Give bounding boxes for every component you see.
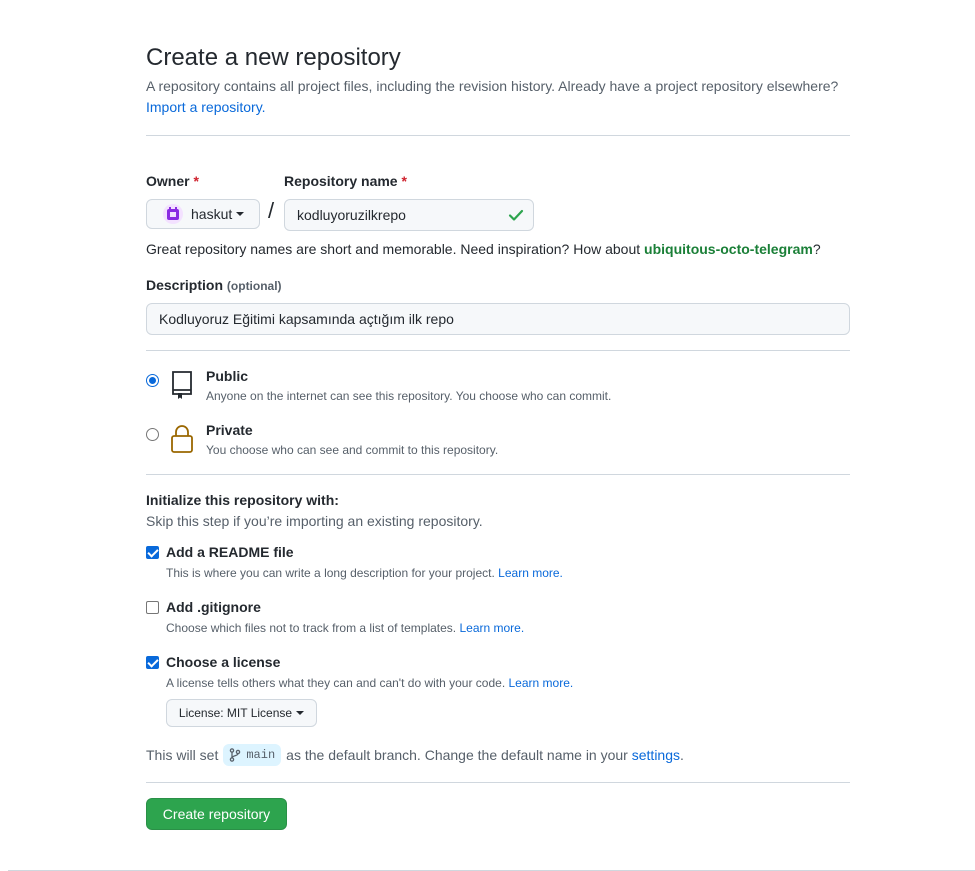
description-optional-note: (optional) (226, 279, 282, 293)
public-note: Anyone on the internet can see this repo… (206, 389, 612, 403)
readme-learn-more-link[interactable]: Learn more. (498, 566, 563, 580)
settings-link[interactable]: settings (632, 747, 680, 763)
divider (146, 350, 850, 351)
branch-middle-text: as the default branch. Change the defaul… (286, 747, 628, 763)
git-branch-icon (230, 748, 241, 762)
repo-name-hint-suffix: ? (812, 241, 821, 257)
create-repository-button[interactable]: Create repository (146, 798, 287, 830)
license-select-label: License: MIT License (178, 706, 293, 720)
owner-label-text: Owner (146, 173, 190, 189)
initialize-subtitle: Skip this step if you’re importing an ex… (146, 513, 483, 529)
owner-required-mark: * (193, 173, 199, 189)
avatar (163, 204, 183, 224)
description-input[interactable] (146, 303, 850, 335)
owner-label: Owner * (146, 173, 199, 189)
readme-note-text: This is where you can write a long descr… (166, 566, 495, 580)
divider (146, 782, 850, 783)
default-branch-note: This will set main as the default branch… (146, 744, 684, 766)
page-description: A repository contains all project files,… (146, 76, 850, 118)
divider (146, 135, 850, 136)
license-title: Choose a license (166, 654, 281, 670)
private-title: Private (206, 422, 253, 438)
check-icon (508, 209, 524, 221)
repo-name-hint: Great repository names are short and mem… (146, 241, 821, 257)
initialize-title: Initialize this repository with: (146, 492, 339, 508)
branch-name: main (246, 748, 276, 762)
private-radio[interactable] (146, 428, 159, 441)
name-suggestion-link[interactable]: ubiquitous-octo-telegram (644, 241, 813, 257)
owner-name: haskut (191, 206, 233, 222)
lock-icon (171, 425, 193, 453)
repo-name-label: Repository name * (284, 173, 407, 189)
repo-name-required-mark: * (401, 173, 407, 189)
branch-name-chip: main (223, 744, 282, 766)
license-select-button[interactable]: License: MIT License (166, 699, 317, 727)
chevron-down-icon (296, 711, 305, 715)
readme-checkbox[interactable] (146, 546, 159, 559)
owner-select-button[interactable]: haskut (146, 199, 260, 229)
branch-suffix: . (680, 747, 684, 763)
license-note: A license tells others what they can and… (166, 676, 573, 690)
readme-note: This is where you can write a long descr… (166, 566, 563, 580)
divider (146, 474, 850, 475)
owner-avatar-icon (167, 207, 179, 220)
repo-name-label-text: Repository name (284, 173, 398, 189)
page-description-text: A repository contains all project files,… (146, 78, 839, 94)
chevron-down-icon (236, 212, 245, 216)
description-label-text: Description (146, 277, 224, 293)
branch-prefix: This will set (146, 747, 219, 763)
license-checkbox[interactable] (146, 656, 159, 669)
description-label: Description (optional) (146, 277, 282, 293)
gitignore-checkbox[interactable] (146, 601, 159, 614)
page-title: Create a new repository (146, 44, 401, 71)
import-repository-link[interactable]: Import a repository. (146, 99, 266, 115)
gitignore-title: Add .gitignore (166, 599, 261, 615)
license-note-text: A license tells others what they can and… (166, 676, 506, 690)
owner-repo-separator: / (268, 198, 275, 223)
gitignore-note: Choose which files not to track from a l… (166, 621, 524, 635)
gitignore-note-text: Choose which files not to track from a l… (166, 621, 457, 635)
repo-icon (172, 371, 192, 399)
gitignore-learn-more-link[interactable]: Learn more. (459, 621, 524, 635)
repo-name-hint-text: Great repository names are short and mem… (146, 241, 641, 257)
public-radio[interactable] (146, 374, 159, 387)
repo-name-input[interactable] (284, 199, 534, 231)
private-note: You choose who can see and commit to thi… (206, 443, 499, 457)
license-learn-more-link[interactable]: Learn more. (509, 676, 574, 690)
public-title: Public (206, 368, 249, 384)
readme-title: Add a README file (166, 544, 294, 560)
